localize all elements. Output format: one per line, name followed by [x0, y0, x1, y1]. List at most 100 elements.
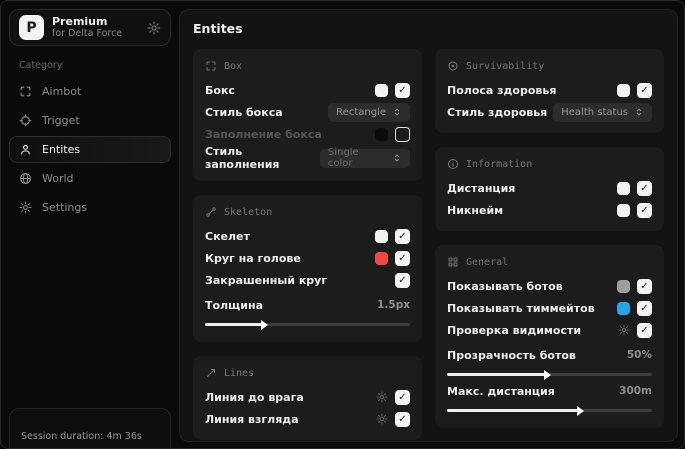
- color-swatch[interactable]: [375, 127, 388, 141]
- row-settings-gear-icon[interactable]: [618, 324, 630, 336]
- setting-label: Показывать тиммейтов: [447, 301, 595, 315]
- setting-row: Стиль заполнения Single color: [205, 145, 410, 171]
- setting-label: Толщина: [205, 298, 264, 312]
- slider-thumb[interactable]: [577, 405, 585, 416]
- sidebar-item-trigget[interactable]: Trigget: [9, 107, 171, 134]
- entities-icon: [19, 143, 32, 156]
- setting-label: Круг на голове: [205, 251, 301, 265]
- check-icon: ✓: [640, 182, 649, 194]
- bot-transparency-slider[interactable]: [447, 369, 652, 380]
- setting-label: Прозрачность ботов: [447, 348, 576, 362]
- setting-row: Показывать тиммейтов ✓: [447, 297, 652, 319]
- aimbot-icon: [19, 85, 32, 98]
- card-survivability-header: Survivability: [447, 60, 652, 72]
- info-icon: [447, 158, 459, 170]
- check-icon: ✓: [640, 302, 649, 314]
- card-lines-header: Lines: [205, 367, 410, 379]
- color-swatch[interactable]: [617, 181, 630, 195]
- sidebar-item-aimbot[interactable]: Aimbot: [9, 78, 171, 105]
- color-swatch[interactable]: [617, 83, 630, 97]
- health-style-select[interactable]: Health status: [553, 102, 652, 122]
- checkbox[interactable]: ✓: [395, 272, 410, 288]
- sidebar-item-label: Trigget: [42, 114, 80, 127]
- check-icon: ✓: [640, 84, 649, 96]
- card-information-header: Information: [447, 158, 652, 170]
- checkbox[interactable]: ✓: [395, 82, 410, 98]
- thickness-slider-group: Толщина 1.5px: [205, 296, 410, 330]
- card-skeleton-header: Skeleton: [205, 206, 410, 218]
- setting-row: Круг на голове ✓: [205, 247, 410, 269]
- setting-row: Показывать ботов ✓: [447, 275, 652, 297]
- checkbox[interactable]: ✓: [395, 228, 410, 244]
- checkbox[interactable]: ✓: [637, 278, 652, 294]
- app-title: Premium: [52, 14, 108, 28]
- setting-row: Дистанция ✓: [447, 177, 652, 199]
- thickness-slider[interactable]: [205, 319, 410, 330]
- checkbox[interactable]: ✓: [637, 322, 652, 338]
- color-swatch[interactable]: [375, 229, 388, 243]
- check-icon: ✓: [640, 324, 649, 336]
- logo-card: P Premium for Delta Force: [9, 9, 171, 46]
- setting-label: Стиль заполнения: [205, 145, 280, 171]
- checkbox[interactable]: ✓: [637, 300, 652, 316]
- checkbox[interactable]: ✓: [637, 202, 652, 218]
- check-icon: ✓: [398, 252, 407, 264]
- checkbox[interactable]: ✓: [637, 82, 652, 98]
- row-settings-gear-icon[interactable]: [376, 391, 388, 403]
- color-swatch[interactable]: [375, 251, 388, 265]
- card-box: Box Бокс ✓ Стиль бокса Rectangle Заполне…: [193, 49, 422, 181]
- sidebar-item-world[interactable]: World: [9, 165, 171, 192]
- slider-thumb[interactable]: [544, 369, 552, 380]
- setting-row: Скелет ✓: [205, 225, 410, 247]
- check-icon: ✓: [640, 280, 649, 292]
- card-general: General Показывать ботов ✓ Показывать ти…: [435, 245, 664, 428]
- color-swatch[interactable]: [617, 279, 630, 293]
- setting-label: Закрашенный круг: [205, 273, 328, 287]
- settings-gear-icon[interactable]: [147, 21, 161, 35]
- card-information: Information Дистанция ✓ Никнейм ✓: [435, 147, 664, 231]
- color-swatch[interactable]: [617, 203, 630, 217]
- globe-icon: [19, 172, 32, 185]
- card-survivability: Survivability Полоса здоровья ✓ Стиль зд…: [435, 49, 664, 133]
- setting-row: Заполнение бокса ✓: [205, 123, 410, 145]
- setting-row: Стиль бокса Rectangle: [205, 101, 410, 123]
- card-box-header: Box: [205, 60, 410, 72]
- sidebar-item-settings[interactable]: Settings: [9, 194, 171, 221]
- setting-label: Скелет: [205, 229, 250, 243]
- card-general-header: General: [447, 256, 652, 268]
- sidebar-item-entites[interactable]: Entites: [9, 136, 171, 163]
- setting-row: Проверка видимости ✓: [447, 319, 652, 341]
- slider-value: 1.5px: [377, 299, 410, 311]
- setting-row: Стиль здоровья Health status: [447, 101, 652, 123]
- check-icon: ✓: [398, 413, 407, 425]
- slider-value: 50%: [626, 349, 652, 361]
- card-skeleton: Skeleton Скелет ✓ Круг на голове ✓ Закра…: [193, 195, 422, 342]
- row-settings-gear-icon[interactable]: [376, 413, 388, 425]
- slider-value: 300m: [619, 385, 652, 397]
- sidebar-item-label: Settings: [42, 201, 88, 214]
- setting-label: Показывать ботов: [447, 279, 563, 293]
- setting-label: Никнейм: [447, 203, 504, 217]
- fill-style-select[interactable]: Single color: [319, 147, 410, 169]
- color-swatch[interactable]: [375, 83, 388, 97]
- checkbox[interactable]: ✓: [395, 411, 410, 427]
- box-style-select[interactable]: Rectangle: [328, 102, 410, 122]
- setting-label: Линия взгляда: [205, 412, 299, 426]
- checkbox[interactable]: ✓: [395, 126, 410, 142]
- color-swatch[interactable]: [617, 301, 630, 315]
- setting-row: Линия до врага ✓: [205, 386, 410, 408]
- session-duration: Session duration: 4m 36s: [21, 431, 142, 442]
- checkbox[interactable]: ✓: [637, 180, 652, 196]
- app-logo: P: [19, 15, 44, 40]
- check-icon: ✓: [398, 84, 407, 96]
- checkbox[interactable]: ✓: [395, 250, 410, 266]
- app-window: P Premium for Delta Force Category Aimbo…: [0, 0, 685, 449]
- max-distance-slider[interactable]: [447, 405, 652, 416]
- slider-thumb[interactable]: [261, 319, 269, 330]
- checkbox[interactable]: ✓: [395, 389, 410, 405]
- box-icon: [205, 60, 217, 72]
- setting-label: Стиль здоровья: [447, 105, 548, 119]
- setting-label: Стиль бокса: [205, 105, 283, 119]
- max-distance-slider-group: Макс. дистанция 300m: [447, 382, 652, 416]
- card-lines: Lines Линия до врага ✓ Линия взгляда ✓: [193, 356, 422, 440]
